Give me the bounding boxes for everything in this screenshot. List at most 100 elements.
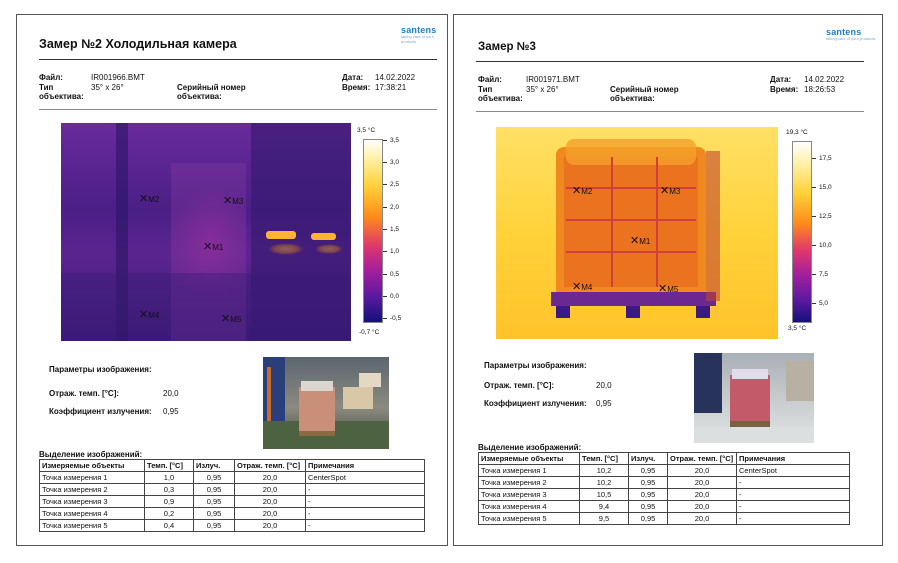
refl-temp-value: 20,0 bbox=[163, 389, 179, 398]
measurements-table: Измеряемые объекты Темп. [°C] Излуч. Отр… bbox=[39, 459, 425, 532]
measurements-table: Измеряемые объекты Темп. [°C] Излуч. Отр… bbox=[478, 452, 850, 525]
time-label: Время: bbox=[770, 85, 799, 94]
scale-tick: -0,5 bbox=[383, 315, 401, 322]
table-row: Точка измерения 4 0,2 0,95 20,0- bbox=[39, 507, 425, 520]
selection-title: Выделение изображений: bbox=[39, 450, 143, 459]
scale-tick: 0,0 bbox=[383, 293, 399, 300]
params-title: Параметры изображения: bbox=[49, 365, 152, 374]
col-header: Измеряемые объекты bbox=[478, 452, 580, 465]
scale-tick: 0,5 bbox=[383, 271, 399, 278]
scale-tick: 1,0 bbox=[383, 248, 399, 255]
santens-logo: santens taking care of your products bbox=[826, 27, 876, 41]
params-title: Параметры изображения: bbox=[484, 361, 587, 370]
table-row: Точка измерения 5 0,4 0,95 20,0- bbox=[39, 519, 425, 532]
scale-max: 3,5 °C bbox=[357, 127, 376, 134]
color-scale-bar bbox=[363, 139, 383, 323]
report-title: Замер №2 Холодильная камера bbox=[39, 37, 237, 51]
scale-tick: 3,0 bbox=[383, 159, 399, 166]
file-value: IR001966.BMT bbox=[91, 73, 145, 82]
emissivity-value: 0,95 bbox=[163, 407, 179, 416]
marker-m5: ✕M5 bbox=[658, 283, 679, 295]
date-label: Дата: bbox=[342, 73, 364, 82]
date-value: 14.02.2022 bbox=[375, 73, 416, 82]
selection-title: Выделение изображений: bbox=[478, 443, 582, 452]
table-header-row: Измеряемые объекты Темп. [°C] Излуч. Отр… bbox=[39, 459, 425, 472]
scale-min: 3,5 °C bbox=[788, 325, 807, 332]
divider bbox=[39, 59, 437, 60]
color-scale-bar bbox=[792, 141, 812, 323]
col-header: Измеряемые объекты bbox=[39, 459, 145, 472]
table-row: Точка измерения 4 9,4 0,95 20,0- bbox=[478, 500, 850, 513]
scale-tick: 17,5 bbox=[812, 155, 832, 162]
scale-tick: 7,5 bbox=[812, 271, 828, 278]
marker-m4: ✕M4 bbox=[139, 309, 160, 321]
serial-label: Серийный номер объектива: bbox=[177, 83, 246, 101]
time-value: 17:38:21 bbox=[375, 83, 407, 92]
report-title: Замер №3 bbox=[478, 41, 536, 53]
file-label: Файл: bbox=[478, 75, 502, 84]
divider bbox=[476, 111, 864, 112]
table-header-row: Измеряемые объекты Темп. [°C] Излуч. Отр… bbox=[478, 452, 850, 465]
emissivity-label: Коэффициент излучения: bbox=[484, 399, 587, 408]
thermal-overlay bbox=[551, 139, 720, 318]
date-value: 14.02.2022 bbox=[804, 75, 845, 84]
visual-photo bbox=[263, 357, 389, 449]
table-row: Точка измерения 3 10,5 0,95 20,0- bbox=[478, 488, 850, 501]
report-right: santens taking care of your products Зам… bbox=[453, 14, 883, 546]
col-header: Темп. [°C] bbox=[144, 459, 194, 472]
lens-value: 35° x 26° bbox=[91, 83, 124, 92]
visual-photo bbox=[694, 353, 814, 443]
thermal-overlay bbox=[61, 123, 351, 341]
col-header: Темп. [°C] bbox=[579, 452, 629, 465]
refl-temp-label: Отраж. темп. [°C]: bbox=[484, 381, 555, 390]
time-value: 18:26:53 bbox=[804, 85, 836, 94]
marker-m2: ✕M2 bbox=[572, 185, 593, 197]
lens-value: 35° x 26° bbox=[526, 85, 559, 94]
col-header: Отраж. темп. [°C] bbox=[234, 459, 306, 472]
table-row: Точка измерения 2 10,2 0,95 20,0- bbox=[478, 476, 850, 489]
marker-m5: ✕M5 bbox=[221, 313, 242, 325]
emissivity-value: 0,95 bbox=[596, 399, 612, 408]
time-label: Время: bbox=[342, 83, 371, 92]
divider bbox=[476, 61, 864, 62]
scale-tick: 1,5 bbox=[383, 226, 399, 233]
divider bbox=[39, 109, 437, 110]
table-row: Точка измерения 5 9,5 0,95 20,0- bbox=[478, 512, 850, 525]
scale-min: -0,7 °C bbox=[359, 329, 380, 336]
marker-m1: ✕M1 bbox=[630, 235, 651, 247]
col-header: Примечания bbox=[305, 459, 425, 472]
file-label: Файл: bbox=[39, 73, 63, 82]
scale-tick: 2,5 bbox=[383, 181, 399, 188]
santens-logo: santens taking care of your products bbox=[401, 25, 437, 44]
thermal-image: ✕M2 ✕M3 ✕M1 ✕M4 ✕M5 bbox=[61, 123, 351, 341]
emissivity-label: Коэффициент излучения: bbox=[49, 407, 152, 416]
report-left: santens taking care of your products Зам… bbox=[16, 14, 448, 546]
table-row: Точка измерения 1 1,0 0,95 20,0 CenterSpot bbox=[39, 471, 425, 484]
marker-m3: ✕M3 bbox=[660, 185, 681, 197]
scale-max: 19,3 °C bbox=[786, 129, 808, 136]
refl-temp-value: 20,0 bbox=[596, 381, 612, 390]
date-label: Дата: bbox=[770, 75, 792, 84]
col-header: Примечания bbox=[736, 452, 850, 465]
scale-tick: 5,0 bbox=[812, 300, 828, 307]
lens-label: Тип объектива: bbox=[39, 83, 84, 101]
serial-label: Серийный номер объектива: bbox=[610, 85, 679, 103]
marker-m2: ✕M2 bbox=[139, 193, 160, 205]
table-row: Точка измерения 1 10,2 0,95 20,0 CenterSpot bbox=[478, 464, 850, 477]
marker-m3: ✕M3 bbox=[223, 195, 244, 207]
scale-tick: 3,5 bbox=[383, 137, 399, 144]
photo-scene bbox=[694, 353, 814, 443]
col-header: Излуч. bbox=[628, 452, 668, 465]
col-header: Излуч. bbox=[193, 459, 235, 472]
thermal-image: ✕M2 ✕M3 ✕M1 ✕M4 ✕M5 bbox=[496, 127, 778, 339]
file-value: IR001971.BMT bbox=[526, 75, 580, 84]
scale-tick: 10,0 bbox=[812, 242, 832, 249]
photo-scene bbox=[263, 357, 389, 449]
refl-temp-label: Отраж. темп. [°C]: bbox=[49, 389, 120, 398]
marker-m4: ✕M4 bbox=[572, 281, 593, 293]
col-header: Отраж. темп. [°C] bbox=[667, 452, 737, 465]
scale-tick: 2,0 bbox=[383, 204, 399, 211]
lens-label: Тип объектива: bbox=[478, 85, 523, 103]
table-row: Точка измерения 2 0,3 0,95 20,0- bbox=[39, 483, 425, 496]
scale-tick: 15,0 bbox=[812, 184, 832, 191]
